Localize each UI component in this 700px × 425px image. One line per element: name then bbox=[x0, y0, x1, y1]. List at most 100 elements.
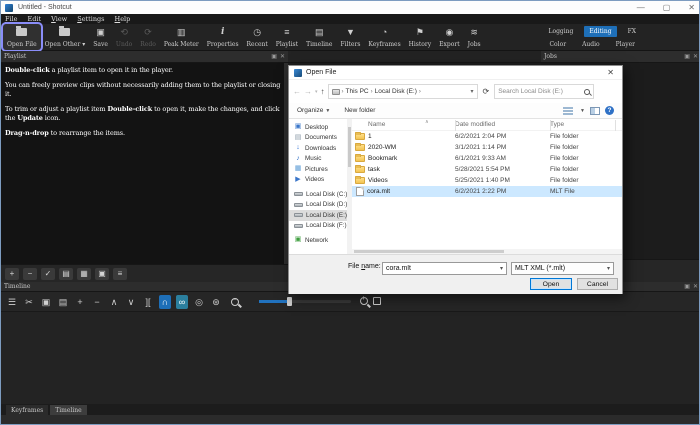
view-icons-icon[interactable]: ▣ bbox=[95, 267, 109, 280]
help-icon[interactable]: ? bbox=[605, 106, 614, 115]
file-row-task[interactable]: task 5/28/2021 5:54 PM File folder bbox=[352, 164, 622, 175]
minimize-button[interactable]: — bbox=[637, 3, 645, 12]
sidebar-item-local-disk-c-[interactable]: Local Disk (C:) bbox=[289, 189, 347, 200]
back-icon[interactable]: ← bbox=[293, 87, 301, 96]
breadcrumb-caret-icon[interactable]: ▾ bbox=[471, 88, 474, 95]
float-panel-icon[interactable]: ▣ bbox=[684, 283, 690, 290]
view-caret-icon[interactable]: ▼ bbox=[580, 108, 585, 114]
sidebar-item-documents[interactable]: ▤ Documents bbox=[289, 133, 347, 144]
zoom-slider-handle[interactable] bbox=[287, 297, 292, 306]
file-row-bookmark[interactable]: Bookmark 6/1/2021 9:33 AM File folder bbox=[352, 153, 622, 164]
view-tiles-icon[interactable]: ▦ bbox=[77, 267, 91, 280]
new-folder-button[interactable]: New folder bbox=[344, 107, 375, 114]
scrub-while-dragging-icon[interactable]: ∞ bbox=[176, 294, 188, 309]
sidebar-item-local-disk-d-[interactable]: Local Disk (D:) bbox=[289, 200, 347, 211]
sidebar-item-pictures[interactable]: ▦ Pictures bbox=[289, 164, 347, 175]
breadcrumb-item[interactable]: This PC bbox=[346, 88, 369, 95]
timeline-zoom-slider[interactable] bbox=[259, 297, 351, 306]
close-button[interactable]: ✕ bbox=[688, 3, 695, 12]
snap-icon[interactable]: ∩ bbox=[159, 294, 171, 309]
file-name-combo[interactable]: ▾ bbox=[382, 262, 507, 275]
toolbar-timeline-button[interactable]: ▤ Timeline bbox=[302, 24, 336, 50]
column-name[interactable]: Name bbox=[352, 121, 455, 128]
cut-icon[interactable]: ✂ bbox=[23, 295, 35, 309]
file-name-input[interactable] bbox=[386, 265, 500, 272]
sidebar-item-downloads[interactable]: ↓ Downloads bbox=[289, 143, 347, 154]
zoom-in-icon[interactable]: + bbox=[360, 296, 368, 305]
tab-timeline[interactable]: Timeline bbox=[50, 405, 87, 415]
open-button[interactable]: Open bbox=[530, 278, 572, 290]
toolbar-export-button[interactable]: ◉ Export bbox=[435, 24, 464, 50]
menu-view[interactable]: View bbox=[51, 15, 67, 23]
file-row-1[interactable]: 1 6/2/2021 2:04 PM File folder bbox=[352, 131, 622, 142]
file-row-2020-wm[interactable]: 2020-WM 3/1/2021 1:14 PM File folder bbox=[352, 142, 622, 153]
toolbar-playlist-button[interactable]: ≡ Playlist bbox=[272, 24, 302, 50]
zoom-out-icon[interactable]: − bbox=[231, 297, 239, 306]
toolbar-jobs-button[interactable]: ≋ Jobs bbox=[464, 24, 485, 50]
menu-file[interactable]: File bbox=[5, 15, 18, 23]
file-type-combo[interactable]: MLT XML (*.mlt) ▾ bbox=[511, 262, 614, 275]
file-row-videos[interactable]: Videos 5/25/2021 1:40 PM File folder bbox=[352, 175, 622, 186]
search-input[interactable]: Search Local Disk (E:) bbox=[494, 84, 595, 99]
refresh-icon[interactable]: ⟳ bbox=[481, 87, 492, 96]
update-icon[interactable]: ✓ bbox=[41, 267, 55, 280]
column-type[interactable]: Type bbox=[550, 121, 615, 128]
menu-settings[interactable]: Settings bbox=[77, 15, 104, 23]
sidebar-item-videos[interactable]: ▶ Videos bbox=[289, 175, 347, 186]
ripple-icon[interactable]: ◎ bbox=[193, 295, 205, 309]
toolbar-keyframes-button[interactable]: ◔ Keyframes bbox=[364, 24, 404, 50]
lift-icon[interactable]: ∧ bbox=[108, 295, 120, 309]
view-details-icon[interactable]: ▤ bbox=[59, 267, 73, 280]
layout-player-button[interactable]: Player bbox=[611, 39, 640, 50]
menu-help[interactable]: Help bbox=[115, 15, 131, 23]
toolbar-history-button[interactable]: ⚑ History bbox=[405, 24, 436, 50]
ripple-all-tracks-icon[interactable]: ⊛ bbox=[210, 295, 222, 309]
cancel-button[interactable]: Cancel bbox=[577, 278, 618, 290]
history-caret-icon[interactable]: ▾ bbox=[315, 89, 318, 95]
timeline-tracks-area[interactable] bbox=[1, 312, 699, 404]
close-panel-icon[interactable]: ✕ bbox=[693, 283, 698, 290]
menu-edit[interactable]: Edit bbox=[28, 15, 42, 23]
layout-logging-button[interactable]: Logging bbox=[543, 26, 578, 37]
toolbar-open-file-button[interactable]: Open File bbox=[3, 24, 41, 50]
close-panel-icon[interactable]: ✕ bbox=[280, 53, 285, 60]
organize-button[interactable]: Organize ▼ bbox=[297, 107, 330, 114]
toolbar-redo-button[interactable]: ⟳ Redo bbox=[136, 24, 160, 50]
ripple-delete-icon[interactable]: − bbox=[91, 295, 103, 309]
float-panel-icon[interactable]: ▣ bbox=[684, 53, 690, 60]
column-date-modified[interactable]: Date modified bbox=[455, 121, 550, 128]
zoom-fit-icon[interactable] bbox=[373, 297, 381, 305]
overwrite-icon[interactable]: ∨ bbox=[125, 295, 137, 309]
layout-fx-button[interactable]: FX bbox=[623, 26, 641, 37]
toolbar-filters-button[interactable]: ▼ Filters bbox=[336, 24, 364, 50]
dialog-close-icon[interactable]: ✕ bbox=[607, 68, 622, 77]
append-icon[interactable]: + bbox=[74, 295, 86, 309]
sidebar-item-music[interactable]: ♪ Music bbox=[289, 154, 347, 165]
sidebar-item-network[interactable]: ▣ Network bbox=[289, 235, 347, 246]
maximize-button[interactable]: ▢ bbox=[663, 3, 671, 12]
layout-audio-button[interactable]: Audio bbox=[577, 39, 605, 50]
float-panel-icon[interactable]: ▣ bbox=[271, 53, 277, 60]
sidebar-item-local-disk-f-[interactable]: Local Disk (F:) bbox=[289, 221, 347, 232]
split-icon[interactable]: ][ bbox=[142, 295, 154, 309]
chevron-down-icon[interactable]: ▾ bbox=[607, 265, 610, 272]
toolbar-peak-meter-button[interactable]: ▥ Peak Meter bbox=[160, 24, 203, 50]
timeline-menu-icon[interactable]: ☰ bbox=[6, 295, 18, 309]
chevron-down-icon[interactable]: ▾ bbox=[500, 265, 503, 272]
preview-pane-icon[interactable] bbox=[590, 106, 600, 115]
copy-icon[interactable]: ▣ bbox=[40, 295, 52, 309]
toolbar-recent-button[interactable]: ◷ Recent bbox=[243, 24, 272, 50]
toolbar-save-button[interactable]: ▣ Save bbox=[89, 24, 112, 50]
forward-icon[interactable]: → bbox=[304, 87, 312, 96]
breadcrumb-item[interactable]: Local Disk (E:) bbox=[375, 88, 417, 95]
sidebar-item-desktop[interactable]: ▣ Desktop bbox=[289, 122, 347, 133]
tab-keyframes[interactable]: Keyframes bbox=[6, 405, 49, 415]
toolbar-properties-button[interactable]: i Properties bbox=[203, 24, 243, 50]
sidebar-item-local-disk-e-[interactable]: Local Disk (E:) bbox=[289, 210, 347, 221]
playlist-menu-icon[interactable]: ≡ bbox=[113, 267, 127, 280]
close-panel-icon[interactable]: ✕ bbox=[693, 53, 698, 60]
breadcrumb[interactable]: › This PC › Local Disk (E:) › ▾ bbox=[327, 84, 478, 99]
layout-color-button[interactable]: Color bbox=[544, 39, 571, 50]
change-view-icon[interactable] bbox=[563, 106, 574, 115]
paste-icon[interactable]: ▤ bbox=[57, 295, 69, 309]
